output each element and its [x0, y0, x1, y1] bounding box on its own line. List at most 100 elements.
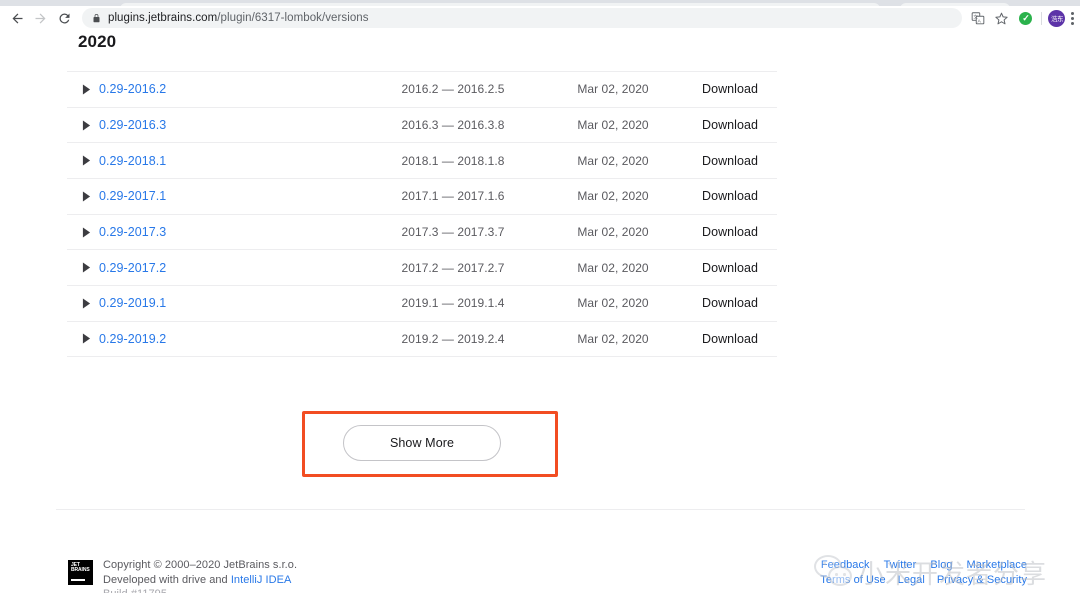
extension-icon[interactable]: ✓ [1014, 6, 1038, 30]
compatibility-cell: 2017.1 — 2017.1.6 [401, 189, 505, 204]
expand-triangle-icon[interactable] [78, 81, 94, 97]
version-link[interactable]: 0.29-2018.1 [99, 154, 166, 168]
toolbar-icons: A 文 ✓ 浩东 [966, 6, 1080, 30]
version-cell: 0.29-2019.1 [67, 295, 363, 311]
version-link[interactable]: 0.29-2016.2 [99, 82, 166, 96]
expand-triangle-icon[interactable] [78, 153, 94, 169]
reload-icon [59, 12, 70, 23]
show-more-button[interactable]: Show More [343, 425, 501, 461]
download-cell: Download [683, 223, 777, 241]
toolbar-divider [1040, 11, 1042, 25]
version-cell: 0.29-2018.1 [67, 153, 363, 169]
version-link[interactable]: 0.29-2017.2 [99, 261, 166, 275]
bookmark-star-icon[interactable] [990, 6, 1014, 30]
copyright-line: Copyright © 2000–2020 JetBrains s.r.o. [103, 559, 298, 571]
jetbrains-logo: JET BRAINS [68, 560, 93, 585]
footer-link[interactable]: Legal [898, 574, 925, 586]
avatar-initials: 浩东 [1048, 9, 1066, 27]
footer-links-row-2: Terms of Use Legal Privacy & Security [807, 573, 1027, 588]
url-domain: plugins.jetbrains.com [107, 12, 218, 24]
table-row[interactable]: 0.29-2019.2 2019.2 — 2019.2.4 Mar 02, 2020… [67, 320, 777, 357]
footer-link[interactable]: Twitter [884, 559, 917, 571]
version-link[interactable]: 0.29-2017.1 [99, 189, 166, 203]
address-bar[interactable]: plugins.jetbrains.com/plugin/6317-lombok… [81, 8, 962, 28]
translate-icon[interactable]: A 文 [966, 6, 990, 30]
version-link[interactable]: 0.29-2017.3 [99, 225, 166, 239]
footer-link[interactable]: Feedback [821, 559, 870, 571]
table-row[interactable]: 0.29-2019.1 2019.1 — 2019.1.4 Mar 02, 2020… [67, 285, 777, 321]
date-cell: Mar 02, 2020 [577, 260, 649, 275]
date-cell: Mar 02, 2020 [577, 296, 649, 311]
date-cell: Mar 02, 2020 [577, 82, 649, 97]
version-cell: 0.29-2017.1 [67, 188, 363, 204]
download-link[interactable]: Download [702, 296, 758, 310]
compatibility-cell: 2017.3 — 2017.3.7 [401, 225, 505, 240]
download-cell: Download [683, 152, 777, 170]
version-link[interactable]: 0.29-2016.3 [99, 118, 166, 132]
date-cell: Mar 02, 2020 [577, 331, 649, 346]
compatibility-cell: 2016.2 — 2016.2.5 [401, 82, 505, 97]
download-link[interactable]: Download [702, 82, 758, 96]
expand-triangle-icon[interactable] [78, 188, 94, 204]
download-cell: Download [683, 80, 777, 98]
logo-line-2: BRAINS [71, 567, 90, 574]
footer-copyright-block: Copyright © 2000–2020 JetBrains s.r.o. D… [103, 558, 297, 593]
footer-links-row-1: Feedback Twitter Blog Marketplace [807, 558, 1027, 573]
expand-triangle-icon[interactable] [78, 117, 94, 133]
expand-triangle-icon[interactable] [78, 331, 94, 347]
download-link[interactable]: Download [702, 225, 758, 239]
compatibility-cell: 2019.1 — 2019.1.4 [401, 296, 505, 311]
expand-triangle-icon[interactable] [78, 224, 94, 240]
download-link[interactable]: Download [702, 118, 758, 132]
download-link[interactable]: Download [702, 154, 758, 168]
developed-prefix: Developed with drive and [103, 573, 231, 586]
url-path: /plugin/6317-lombok/versions [217, 12, 369, 24]
lock-icon [92, 13, 101, 24]
version-link[interactable]: 0.29-2019.2 [99, 332, 166, 346]
table-row[interactable]: 0.29-2016.2 2016.2 — 2016.2.5 Mar 02, 2020… [67, 71, 777, 107]
page-footer: JET BRAINS Copyright © 2000–2020 JetBrai… [0, 525, 1080, 593]
table-row[interactable]: 0.29-2018.1 2018.1 — 2018.1.8 Mar 02, 2020… [67, 142, 777, 178]
version-link[interactable]: 0.29-2019.1 [99, 296, 166, 310]
avatar[interactable]: 浩东 [1045, 6, 1069, 30]
build-number: Build #11795 [103, 587, 297, 593]
download-cell: Download [683, 294, 777, 312]
date-cell: Mar 02, 2020 [577, 225, 649, 240]
download-link[interactable]: Download [702, 332, 758, 346]
version-cell: 0.29-2017.3 [67, 224, 363, 240]
download-link[interactable]: Download [702, 261, 758, 275]
download-cell: Download [683, 330, 777, 348]
table-row[interactable]: 0.29-2016.3 2016.3 — 2016.3.8 Mar 02, 2020… [67, 106, 777, 143]
compatibility-cell: 2016.3 — 2016.3.8 [401, 118, 505, 133]
footer-link[interactable]: Blog [930, 559, 952, 571]
download-cell: Download [683, 187, 777, 205]
compatibility-cell: 2017.2 — 2017.2.7 [401, 260, 505, 275]
developed-line: Developed with drive and IntelliJ IDEA [103, 573, 297, 588]
page-title: 2020 [78, 32, 117, 51]
date-cell: Mar 02, 2020 [577, 153, 649, 168]
expand-triangle-icon[interactable] [78, 295, 94, 311]
download-cell: Download [683, 116, 777, 134]
footer-link[interactable]: Marketplace [967, 559, 1027, 571]
version-cell: 0.29-2019.2 [67, 331, 363, 347]
page-content: 2020 0.29-2016.2 2016.2 — 2016.2.5 Mar 02,… [0, 30, 1080, 593]
url-text: plugins.jetbrains.com/plugin/6317-lombok… [108, 12, 369, 24]
expand-triangle-icon[interactable] [78, 260, 94, 276]
back-button[interactable] [6, 6, 29, 30]
intellij-idea-link[interactable]: IntelliJ IDEA [231, 574, 292, 586]
forward-button[interactable] [29, 6, 52, 30]
table-row[interactable]: 0.29-2017.3 2017.3 — 2017.3.7 Mar 02, 2020… [67, 213, 777, 250]
three-dot-menu-icon[interactable] [1069, 11, 1080, 25]
footer-link[interactable]: Privacy & Security [937, 574, 1027, 586]
compatibility-cell: 2019.2 — 2019.2.4 [401, 331, 505, 346]
table-row[interactable]: 0.29-2017.1 2017.1 — 2017.1.6 Mar 02, 2020… [67, 178, 777, 214]
download-link[interactable]: Download [702, 189, 758, 203]
table-row[interactable]: 0.29-2017.2 2017.2 — 2017.2.7 Mar 02, 2020… [67, 249, 777, 285]
reload-button[interactable] [53, 6, 76, 30]
compatibility-cell: 2018.1 — 2018.1.8 [401, 153, 505, 168]
footer-link[interactable]: Terms of Use [820, 574, 885, 586]
download-cell: Download [683, 259, 777, 277]
logo-bar [71, 578, 85, 581]
back-arrow-icon [12, 13, 23, 23]
version-cell: 0.29-2016.2 [67, 81, 363, 97]
